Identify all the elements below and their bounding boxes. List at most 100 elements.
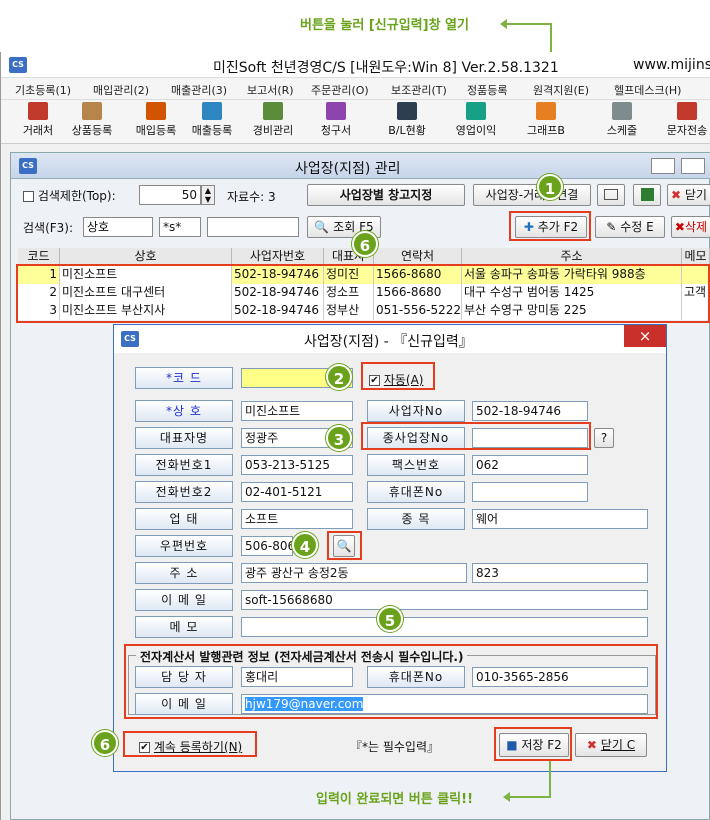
memo-input[interactable] xyxy=(241,617,648,637)
grid-header[interactable]: 상호 xyxy=(60,248,232,265)
graph-icon xyxy=(536,102,556,120)
menu-item[interactable]: 매출관리(3) xyxy=(171,82,227,98)
grid-header[interactable]: 사업자번호 xyxy=(232,248,324,265)
tel2-label: 전화번호2 xyxy=(135,481,233,503)
callout-line xyxy=(549,761,551,797)
tax-info-highlight xyxy=(124,644,658,719)
callout-line xyxy=(510,796,551,798)
toolbar-button[interactable]: 스케줄 xyxy=(599,102,645,138)
menu-item[interactable]: 매입관리(2) xyxy=(93,82,149,98)
help-button[interactable]: ? xyxy=(594,428,614,448)
toolbar-button[interactable]: B/L현황 xyxy=(381,102,433,138)
item-label: 종 목 xyxy=(367,508,465,530)
toolbar-button[interactable]: 매입등록 xyxy=(129,102,183,138)
toolbar-button[interactable]: 영업이익 xyxy=(449,102,503,138)
zip-input[interactable]: 506-806 xyxy=(241,536,293,556)
app-titlebar: CS 미진Soft 천년경영C/S [내원도우:Win 8] Ver.2.58.… xyxy=(1,52,710,78)
step-marker: 2 xyxy=(326,364,352,390)
toolbar-button[interactable]: 청구서 xyxy=(313,102,359,138)
close-icon: ✖ xyxy=(671,188,682,202)
callout-line xyxy=(505,23,551,25)
menu-item[interactable]: 헬프데스크(H) xyxy=(614,82,681,98)
step-marker: 4 xyxy=(292,532,318,558)
sales-icon xyxy=(202,102,222,120)
sub-title: 사업장(지점) 관리 xyxy=(295,161,401,177)
addr-detail-input[interactable]: 823 xyxy=(472,563,648,583)
ceo-label: 대표자명 xyxy=(135,427,233,449)
toolbar: 거래처 상품등록 매입등록 매출등록 경비관리 청구서 B/L현황 영업이익 그… xyxy=(1,100,710,144)
delete-button[interactable]: ✖삭제 xyxy=(671,216,710,238)
delete-icon: ✖ xyxy=(674,220,685,234)
grid-header[interactable]: 코드 xyxy=(18,248,60,265)
toolbar-button[interactable]: 경비관리 xyxy=(246,102,300,138)
search-op-select[interactable]: *s* xyxy=(159,217,201,237)
maximize-button[interactable] xyxy=(681,158,705,174)
fax-label: 팩스번호 xyxy=(367,454,465,476)
expense-icon xyxy=(263,102,283,120)
limit-checkbox[interactable]: 검색제한(Top): xyxy=(23,187,116,204)
mobile-input[interactable] xyxy=(472,482,588,502)
biztype-label: 업 태 xyxy=(135,508,233,530)
menu-item[interactable]: 정품등록 xyxy=(467,82,507,98)
zip-search-highlight xyxy=(327,531,362,560)
invoice-icon xyxy=(326,102,346,120)
toolbar-button[interactable]: 문자전송 xyxy=(663,102,710,138)
dialog-cancel-button[interactable]: ✖ 닫기 C xyxy=(575,733,647,757)
minimize-button[interactable] xyxy=(651,158,675,174)
limit-input[interactable]: 50 xyxy=(139,185,201,205)
menu-item[interactable]: 보고서(R) xyxy=(247,82,294,98)
top-callout: 버튼을 눌러 [신규입력]창 열기 xyxy=(300,18,469,33)
toolbar-button[interactable]: 거래처 xyxy=(15,102,61,138)
spin-icon[interactable]: ▲ ▼ xyxy=(201,185,215,205)
bizno-input[interactable]: 502-18-94746 xyxy=(472,401,588,421)
menu-item[interactable]: 주문관리(O) xyxy=(311,82,369,98)
menu-item[interactable]: 기초등록(1) xyxy=(15,82,71,98)
close-button[interactable]: ✖ 닫기 xyxy=(667,184,710,206)
excel-button[interactable] xyxy=(633,184,661,206)
step-marker: 1 xyxy=(537,174,563,200)
dialog-titlebar: CS 사업장(지점) - 『신규입력』 × xyxy=(114,325,666,353)
box-icon xyxy=(82,102,102,120)
profit-icon xyxy=(466,102,486,120)
bizno-label: 사업자No xyxy=(367,400,465,422)
required-note: 『*는 필수입력』 xyxy=(350,740,440,754)
menu-item[interactable]: 보조관리(T) xyxy=(391,82,447,98)
app-url: www.mijinsoft xyxy=(633,57,710,73)
menu-item[interactable]: 원격지원(E) xyxy=(533,82,589,98)
search-field-select[interactable]: 상호 xyxy=(83,217,153,237)
name-input[interactable]: 미진소프트 xyxy=(241,401,353,421)
tel1-label: 전화번호1 xyxy=(135,454,233,476)
tel2-input[interactable]: 02-401-5121 xyxy=(241,482,353,502)
grid-header[interactable]: 연락처 xyxy=(374,248,462,265)
client-icon xyxy=(28,102,48,120)
name-label: *상 호 xyxy=(135,400,233,422)
email-input[interactable]: soft-15668680 xyxy=(241,590,648,610)
search-input[interactable] xyxy=(207,217,299,237)
search-label: 검색(F3): xyxy=(23,221,74,235)
bl-icon xyxy=(397,102,417,120)
printer-icon xyxy=(604,189,618,200)
dialog-close-button[interactable]: × xyxy=(624,325,666,347)
warehouse-button[interactable]: 사업장별 창고지정 xyxy=(307,184,465,206)
subbiz-highlight xyxy=(361,422,591,450)
link-client-button[interactable]: 사업장-거래처연결 xyxy=(473,184,591,206)
grid-header[interactable]: 메모 xyxy=(682,248,710,265)
item-input[interactable]: 웨어 xyxy=(472,509,648,529)
sub-titlebar: CS 사업장(지점) 관리 xyxy=(11,153,710,179)
fax-input[interactable]: 062 xyxy=(472,455,588,475)
record-count: 자료수: 3 xyxy=(227,190,276,204)
email-label: 이 메 일 xyxy=(135,589,233,611)
purchase-icon xyxy=(146,102,166,120)
grid-header[interactable]: 주소 xyxy=(462,248,682,265)
addr-input[interactable]: 광주 광산구 송정2동 xyxy=(241,563,467,583)
biztype-input[interactable]: 소프트 xyxy=(241,509,353,529)
step-marker: 6 xyxy=(92,730,118,756)
toolbar-button[interactable]: 매출등록 xyxy=(185,102,239,138)
print-button[interactable] xyxy=(597,184,625,206)
memo-label: 메 모 xyxy=(135,616,233,638)
toolbar-button[interactable]: 상품등록 xyxy=(65,102,119,138)
edit-button[interactable]: ✎ 수정 E xyxy=(595,216,665,238)
step-marker: 5 xyxy=(377,606,403,632)
toolbar-button[interactable]: 그래프B xyxy=(521,102,571,138)
tel1-input[interactable]: 053-213-5125 xyxy=(241,455,353,475)
